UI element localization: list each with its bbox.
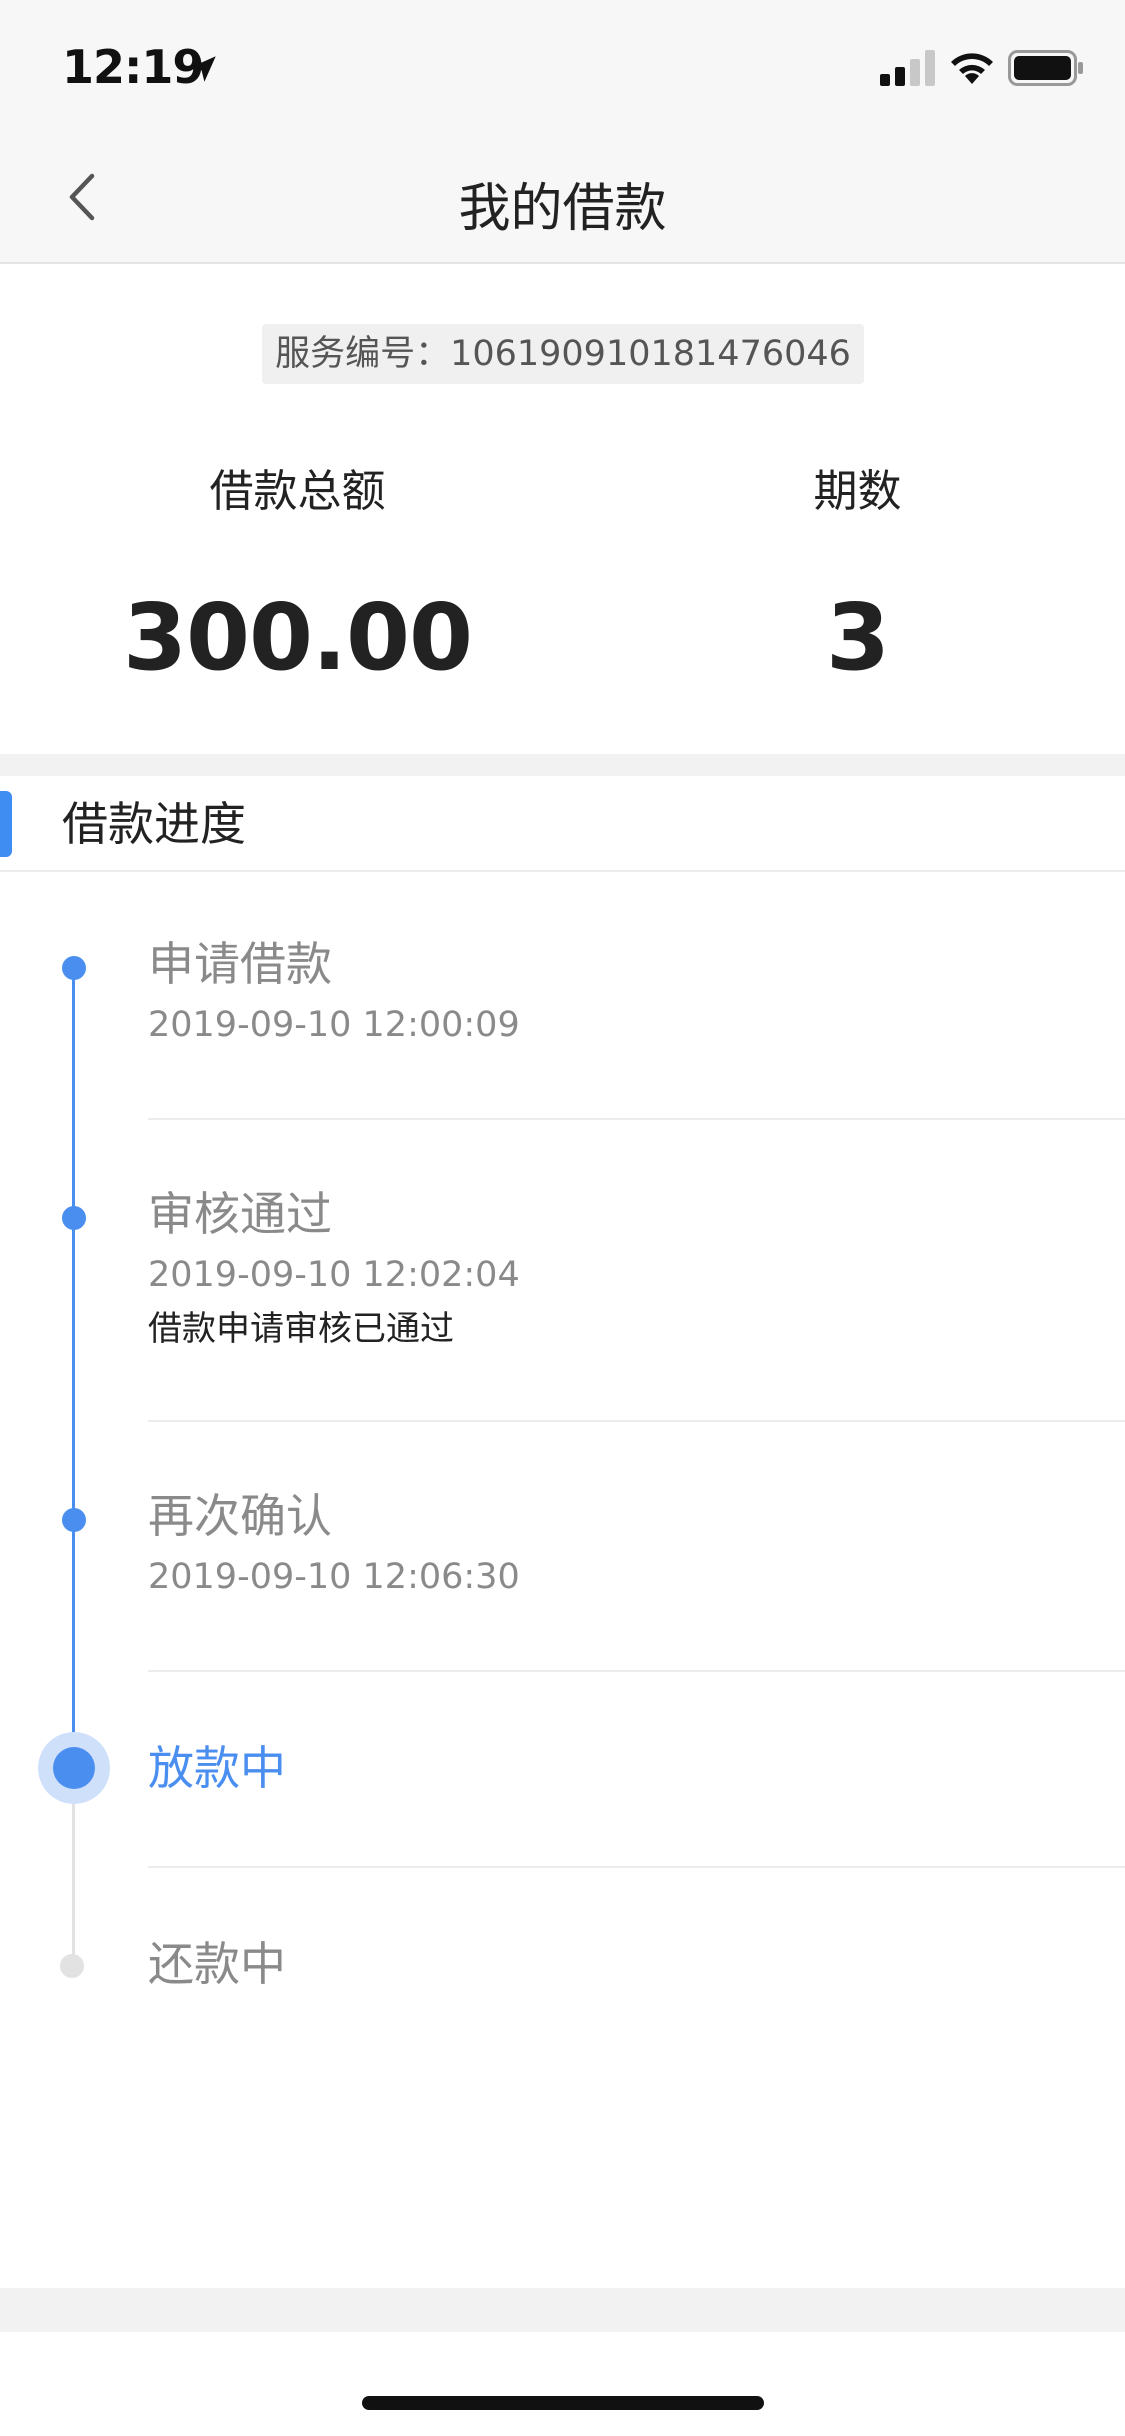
step-divider: [148, 1118, 1125, 1120]
step-time: 2019-09-10 12:02:04: [148, 1255, 520, 1295]
progress-timeline: 申请借款 2019-09-10 12:00:09 审核通过 2019-09-10…: [0, 874, 1125, 2288]
navigation-bar: 我的借款: [0, 132, 1125, 264]
loan-total-value: 300.00: [122, 584, 473, 691]
wifi-icon: [951, 53, 993, 84]
step-divider: [148, 1866, 1125, 1868]
location-arrow-icon: [190, 56, 216, 82]
service-number-badge: 服务编号：106190910181476046: [262, 324, 864, 384]
timeline-dot-current: [53, 1747, 95, 1789]
status-bar: 12:19: [0, 0, 1125, 132]
step-title: 再次确认: [148, 1489, 332, 1543]
timeline-step-disbursing: 放款中: [148, 1738, 1125, 1798]
section-divider: [0, 754, 1125, 776]
step-note: 借款申请审核已通过: [148, 1309, 454, 1349]
step-divider: [148, 1420, 1125, 1422]
step-title: 申请借款: [148, 937, 332, 991]
loan-summary: 服务编号：106190910181476046 借款总额 300.00 期数 3: [0, 266, 1125, 754]
timeline-dot-done: [62, 1206, 86, 1230]
page-title: 我的借款: [458, 179, 667, 239]
timeline-step-confirm: 再次确认 2019-09-10 12:06:30: [148, 1486, 1125, 1600]
step-divider: [148, 1670, 1125, 1672]
progress-section-title: 借款进度: [62, 797, 246, 851]
loan-periods-label: 期数: [813, 466, 902, 517]
step-time: 2019-09-10 12:06:30: [148, 1557, 520, 1597]
bottom-area: [0, 2332, 1125, 2436]
timeline-step-apply: 申请借款 2019-09-10 12:00:09: [148, 934, 1125, 1048]
loan-total: 借款总额 300.00: [60, 462, 535, 688]
loan-total-label: 借款总额: [209, 466, 386, 517]
loan-periods-value: 3: [825, 584, 890, 691]
section-accent-bar: [0, 791, 12, 857]
timeline-dot-done: [62, 956, 86, 980]
bottom-divider: [0, 2288, 1125, 2332]
battery-icon: [1008, 50, 1083, 86]
timeline-line-completed: [72, 958, 75, 1768]
cellular-signal-icon: [880, 50, 935, 86]
progress-section-header: 借款进度: [0, 776, 1125, 872]
step-title: 放款中: [148, 1741, 286, 1795]
status-time: 12:19: [62, 40, 204, 94]
home-indicator[interactable]: [362, 2396, 764, 2410]
step-time: 2019-09-10 12:00:09: [148, 1005, 520, 1045]
step-title: 还款中: [148, 1937, 286, 1991]
timeline-step-repaying: 还款中: [148, 1934, 1125, 1994]
step-title: 审核通过: [148, 1187, 332, 1241]
timeline-step-review: 审核通过 2019-09-10 12:02:04 借款申请审核已通过: [148, 1184, 1125, 1352]
timeline-dot-done: [62, 1508, 86, 1532]
timeline-dot-pending: [60, 1954, 84, 1978]
loan-periods: 期数 3: [620, 462, 1095, 688]
